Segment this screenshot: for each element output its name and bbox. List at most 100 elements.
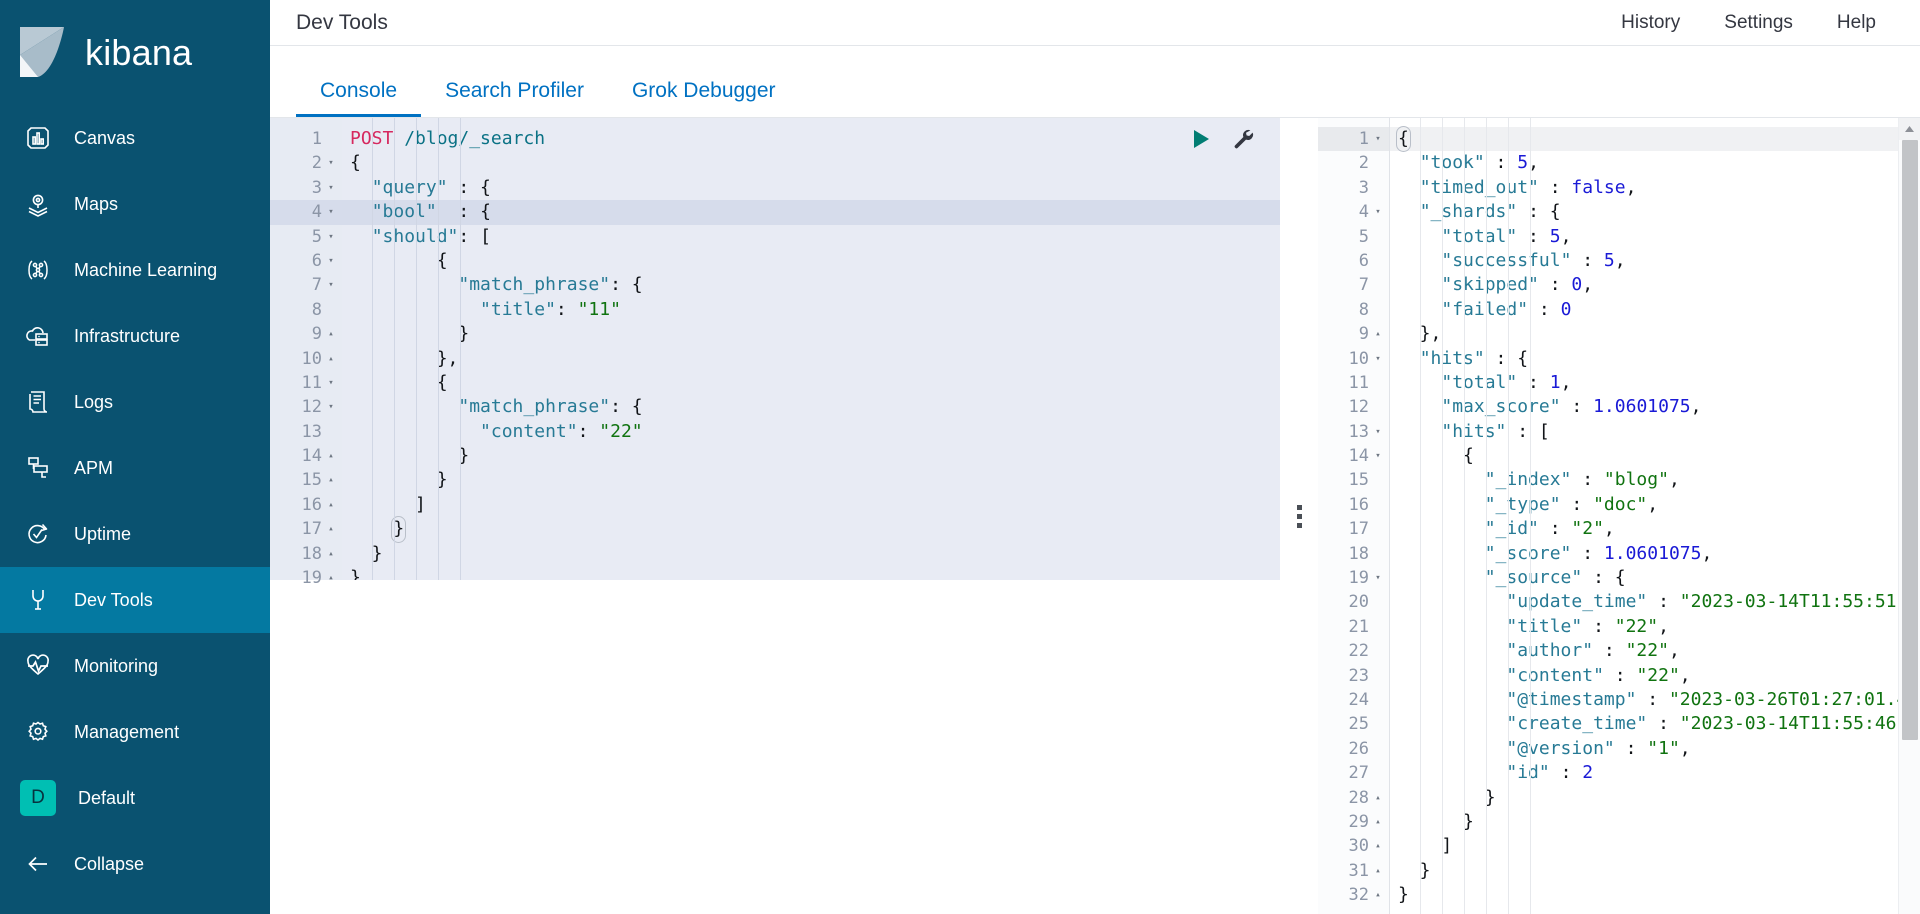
- line-number[interactable]: 7▾: [270, 273, 342, 297]
- fold-toggle-icon[interactable]: ▾: [326, 200, 336, 224]
- line-number[interactable]: 2▾: [1318, 151, 1389, 175]
- code-line[interactable]: },: [1390, 322, 1920, 346]
- line-number[interactable]: 31 ▴: [1318, 859, 1389, 883]
- code-line[interactable]: "_index" : "blog",: [1390, 468, 1920, 492]
- code-line[interactable]: }: [342, 322, 1280, 346]
- line-number[interactable]: 17 ▴: [270, 517, 342, 541]
- response-editor[interactable]: 1▾2▾3▾4▾5▾6▾7▾8▾9▴10▾11▾12▾13▾14▾15▾16▾1…: [1318, 118, 1920, 914]
- code-line[interactable]: }: [342, 468, 1280, 492]
- line-number[interactable]: 12▾: [1318, 395, 1389, 419]
- line-number[interactable]: 10 ▾: [1318, 347, 1389, 371]
- tab-search-profiler[interactable]: Search Profiler: [421, 80, 608, 117]
- panel-splitter[interactable]: [1280, 118, 1318, 914]
- line-number[interactable]: 26▾: [1318, 737, 1389, 761]
- code-line[interactable]: "update_time" : "2023-03-14T11:55:51.000…: [1390, 590, 1920, 614]
- sidebar-item-monitoring[interactable]: Monitoring: [0, 633, 270, 699]
- sidebar-collapse-button[interactable]: Collapse: [0, 831, 270, 897]
- line-number[interactable]: 11▾: [270, 371, 342, 395]
- fold-toggle-icon[interactable]: ▴: [326, 517, 336, 541]
- code-line[interactable]: "should": [: [342, 225, 1280, 249]
- fold-toggle-icon[interactable]: ▴: [326, 347, 336, 371]
- line-number[interactable]: 2▾: [270, 151, 342, 175]
- fold-toggle-icon[interactable]: ▴: [326, 493, 336, 517]
- code-line[interactable]: {: [1390, 444, 1920, 468]
- line-number[interactable]: 24▾: [1318, 688, 1389, 712]
- sidebar-item-machine-learning[interactable]: Machine Learning: [0, 237, 270, 303]
- tab-grok-debugger[interactable]: Grok Debugger: [608, 80, 800, 117]
- code-line[interactable]: }: [1390, 883, 1920, 907]
- fold-toggle-icon[interactable]: ▾: [326, 371, 336, 395]
- line-number[interactable]: 9 ▴: [270, 322, 342, 346]
- brand-logo[interactable]: kibana: [0, 0, 270, 105]
- wrench-icon[interactable]: [1232, 128, 1254, 150]
- code-line[interactable]: "failed" : 0: [1390, 298, 1920, 322]
- fold-toggle-icon[interactable]: ▴: [1373, 810, 1383, 834]
- code-line[interactable]: "author" : "22",: [1390, 639, 1920, 663]
- line-number[interactable]: 27▾: [1318, 761, 1389, 785]
- fold-toggle-icon[interactable]: ▾: [326, 151, 336, 175]
- sidebar-item-apm[interactable]: APM: [0, 435, 270, 501]
- line-number[interactable]: 25▾: [1318, 712, 1389, 736]
- code-line[interactable]: "create_time" : "2023-03-14T11:55:46.000…: [1390, 712, 1920, 736]
- code-line[interactable]: {: [342, 371, 1280, 395]
- code-line[interactable]: }: [1390, 786, 1920, 810]
- line-number[interactable]: 14 ▴: [270, 444, 342, 468]
- code-line[interactable]: "total" : 1,: [1390, 371, 1920, 395]
- line-number[interactable]: 5▾: [1318, 225, 1389, 249]
- line-number[interactable]: 19 ▾: [1318, 566, 1389, 590]
- line-number[interactable]: 13▾: [1318, 420, 1389, 444]
- line-number[interactable]: 21▾: [1318, 615, 1389, 639]
- line-number[interactable]: 11▾: [1318, 371, 1389, 395]
- line-number[interactable]: 1▾: [1318, 127, 1389, 152]
- response-scrollbar[interactable]: [1898, 118, 1920, 914]
- fold-toggle-icon[interactable]: ▾: [326, 249, 336, 273]
- code-line[interactable]: "successful" : 5,: [1390, 249, 1920, 273]
- code-line[interactable]: "_type" : "doc",: [1390, 493, 1920, 517]
- line-number[interactable]: 16▾: [1318, 493, 1389, 517]
- fold-toggle-icon[interactable]: ▾: [1373, 444, 1383, 468]
- fold-toggle-icon[interactable]: ▾: [326, 395, 336, 419]
- fold-toggle-icon[interactable]: ▴: [326, 444, 336, 468]
- line-number[interactable]: 1▾: [270, 127, 342, 151]
- line-number[interactable]: 28 ▴: [1318, 786, 1389, 810]
- tab-console[interactable]: Console: [296, 80, 422, 117]
- fold-toggle-icon[interactable]: ▴: [326, 542, 336, 566]
- line-number[interactable]: 22▾: [1318, 639, 1389, 663]
- code-line[interactable]: }: [342, 542, 1280, 566]
- line-number[interactable]: 12▾: [270, 395, 342, 419]
- code-line[interactable]: "_shards" : {: [1390, 200, 1920, 224]
- code-line[interactable]: "hits" : [: [1390, 420, 1920, 444]
- code-line[interactable]: "timed_out" : false,: [1390, 176, 1920, 200]
- code-line[interactable]: }: [342, 516, 1280, 543]
- fold-toggle-icon[interactable]: ▴: [1373, 786, 1383, 810]
- fold-toggle-icon[interactable]: ▴: [1373, 859, 1383, 883]
- line-number[interactable]: 15▾: [1318, 468, 1389, 492]
- fold-toggle-icon[interactable]: ▾: [326, 176, 336, 200]
- line-number[interactable]: 10 ▴: [270, 347, 342, 371]
- code-line[interactable]: "query" : {: [342, 176, 1280, 200]
- code-line[interactable]: "took" : 5,: [1390, 151, 1920, 175]
- line-number[interactable]: 6▾: [1318, 249, 1389, 273]
- line-number[interactable]: 30 ▴: [1318, 834, 1389, 858]
- code-line[interactable]: }: [1390, 810, 1920, 834]
- fold-toggle-icon[interactable]: ▾: [326, 225, 336, 249]
- fold-toggle-icon[interactable]: ▾: [326, 273, 336, 297]
- line-number[interactable]: 3▾: [270, 176, 342, 200]
- line-number[interactable]: 14 ▾: [1318, 444, 1389, 468]
- code-line[interactable]: "match_phrase": {: [342, 395, 1280, 419]
- line-number[interactable]: 23▾: [1318, 664, 1389, 688]
- line-number[interactable]: 7▾: [1318, 273, 1389, 297]
- code-line[interactable]: "content": "22": [342, 420, 1280, 444]
- code-line[interactable]: "_score" : 1.0601075,: [1390, 542, 1920, 566]
- fold-toggle-icon[interactable]: ▴: [326, 322, 336, 346]
- line-number[interactable]: 3▾: [1318, 176, 1389, 200]
- code-line[interactable]: },: [342, 347, 1280, 371]
- fold-toggle-icon[interactable]: ▴: [326, 468, 336, 492]
- code-line[interactable]: {: [1390, 125, 1920, 153]
- line-number[interactable]: 17▾: [1318, 517, 1389, 541]
- code-line[interactable]: "skipped" : 0,: [1390, 273, 1920, 297]
- fold-toggle-icon[interactable]: ▴: [1373, 834, 1383, 858]
- scroll-up-button[interactable]: [1898, 118, 1920, 140]
- fold-toggle-icon[interactable]: ▾: [1373, 566, 1383, 590]
- code-line[interactable]: {: [342, 249, 1280, 273]
